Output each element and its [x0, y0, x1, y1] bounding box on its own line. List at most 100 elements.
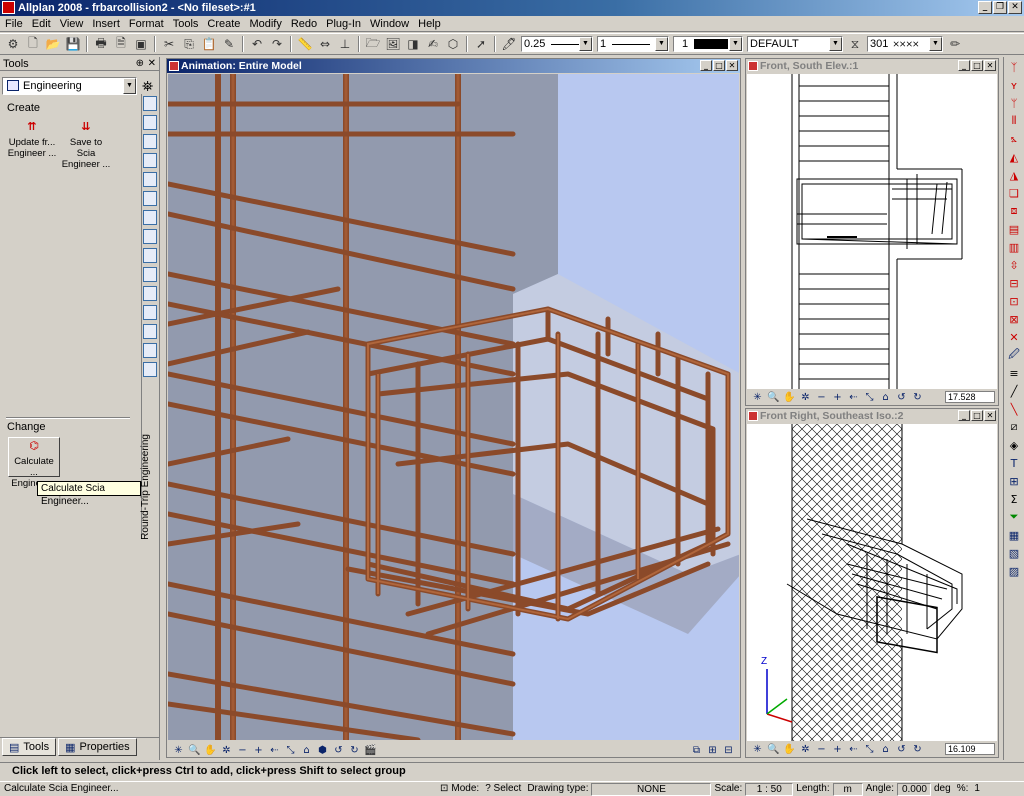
- chevron-down-icon[interactable]: ▼: [655, 37, 668, 51]
- stack-icon[interactable]: ⊟: [1006, 275, 1023, 291]
- pointer-icon[interactable]: ➚: [471, 35, 491, 53]
- menu-tools[interactable]: Tools: [170, 17, 205, 31]
- print-icon[interactable]: 🖶: [91, 35, 111, 53]
- module-icon-5[interactable]: [143, 172, 157, 187]
- scale-field[interactable]: 1 : 50: [745, 782, 794, 796]
- chevron-down-icon[interactable]: ▼: [123, 78, 136, 94]
- copy-icon[interactable]: ⎘: [179, 35, 199, 53]
- close-button[interactable]: ✕: [1008, 1, 1022, 14]
- menu-format[interactable]: Format: [126, 17, 170, 31]
- redo-view-icon[interactable]: ↻: [911, 392, 924, 403]
- module-icon-15[interactable]: [143, 362, 157, 377]
- open-file-icon[interactable]: 📂: [43, 35, 63, 53]
- window-fit-icon[interactable]: ⊟: [722, 745, 735, 756]
- redo-icon[interactable]: ↷: [267, 35, 287, 53]
- module-icon-3[interactable]: [143, 134, 157, 149]
- layer-combo[interactable]: DEFAULT ▼: [747, 36, 843, 52]
- angle-field[interactable]: 0.000: [897, 782, 931, 796]
- undo-view-icon[interactable]: ↺: [895, 392, 908, 403]
- isometric-canvas[interactable]: Z: [747, 424, 997, 741]
- report-icon[interactable]: ▧: [1006, 545, 1023, 561]
- line-weight-icon[interactable]: ≡: [1006, 365, 1023, 381]
- pattern-icon[interactable]: ⧄: [1006, 419, 1023, 435]
- cut-icon[interactable]: ✂: [159, 35, 179, 53]
- close-button[interactable]: ✕: [726, 60, 738, 71]
- menu-edit[interactable]: Edit: [29, 17, 57, 31]
- view-home-icon[interactable]: ⌂: [879, 744, 892, 755]
- layout-icon[interactable]: ▣: [131, 35, 151, 53]
- delete-icon[interactable]: ✕: [1006, 329, 1023, 345]
- calculate-scia-tool[interactable]: ⌬ Calculate ... Engineer...: [8, 437, 60, 489]
- dimension-icon[interactable]: ⇔: [315, 35, 335, 53]
- color-combo[interactable]: 1 ▼: [673, 36, 743, 52]
- minimize-button[interactable]: _: [958, 60, 970, 71]
- sum-icon[interactable]: Σ: [1006, 491, 1023, 507]
- round-trip-engineering-tab[interactable]: Round-Trip Engineering: [140, 434, 151, 540]
- menu-plug-in[interactable]: Plug-In: [323, 17, 367, 31]
- save-to-scia-tool[interactable]: ⇊ Save to Scia Engineer ...: [60, 121, 112, 170]
- zoom-in-icon[interactable]: +: [831, 744, 844, 755]
- pattern-combo[interactable]: 301 ⨯⨯⨯⨯ ▼: [867, 36, 943, 52]
- 3d-model-canvas[interactable]: [168, 74, 739, 740]
- undo-view-icon[interactable]: ↺: [895, 744, 908, 755]
- module-icon-1[interactable]: [143, 96, 157, 111]
- minimize-button[interactable]: _: [978, 1, 992, 14]
- drawing-type-field[interactable]: NONE: [591, 782, 712, 796]
- move-icon[interactable]: ⇳: [1006, 257, 1023, 273]
- rebar-set-icon[interactable]: ⫴: [1006, 113, 1023, 129]
- measure-icon[interactable]: 📏: [295, 35, 315, 53]
- view-home-icon[interactable]: ⌂: [879, 392, 892, 403]
- menu-window[interactable]: Window: [367, 17, 415, 31]
- copy-element-icon[interactable]: ❏: [1006, 185, 1023, 201]
- refresh-icon[interactable]: ✲: [220, 745, 233, 756]
- previous-view-icon[interactable]: ⇠: [847, 744, 860, 755]
- fill-icon[interactable]: ▤: [1006, 221, 1023, 237]
- module-icon-2[interactable]: [143, 115, 157, 130]
- format-painter-icon[interactable]: ✎: [219, 35, 239, 53]
- menu-insert[interactable]: Insert: [89, 17, 126, 31]
- menu-modify[interactable]: Modify: [246, 17, 287, 31]
- navigation-icon[interactable]: ⤡: [863, 744, 876, 755]
- pan-icon[interactable]: ✋: [204, 745, 217, 756]
- module-icon-12[interactable]: [143, 305, 157, 320]
- update-from-engineer-tool[interactable]: ⇈ Update fr... Engineer ...: [6, 121, 58, 159]
- 3d-cube-icon[interactable]: ⬡: [443, 35, 463, 53]
- menu-file[interactable]: File: [2, 17, 29, 31]
- pen-icon[interactable]: 🖊: [499, 35, 519, 53]
- length-unit-field[interactable]: m: [832, 782, 863, 796]
- minimize-button[interactable]: _: [700, 60, 712, 71]
- measure-area-icon[interactable]: ⊞: [1006, 473, 1023, 489]
- module-icon-10[interactable]: [143, 267, 157, 282]
- allplan-app-icon[interactable]: [2, 1, 15, 14]
- zoom-icon[interactable]: 🔍: [767, 392, 780, 403]
- menu-create[interactable]: Create: [204, 17, 246, 31]
- pan-icon[interactable]: ✋: [783, 392, 796, 403]
- reinforcement-icon[interactable]: ▦: [1006, 527, 1023, 543]
- refresh-icon[interactable]: ✲: [799, 392, 812, 403]
- frame-icon[interactable]: ⊡: [1006, 293, 1023, 309]
- module-icon-13[interactable]: [143, 324, 157, 339]
- front-view-scale-field[interactable]: 17.528: [945, 391, 995, 403]
- module-icon-14[interactable]: [143, 343, 157, 358]
- image-icon[interactable]: 🖼: [383, 35, 403, 53]
- zoom-out-icon[interactable]: −: [236, 745, 249, 756]
- front-elevation-canvas[interactable]: [747, 74, 997, 389]
- line-icon[interactable]: ╱: [1006, 383, 1023, 399]
- open-project-icon[interactable]: ⚙: [3, 35, 23, 53]
- maximize-button[interactable]: □: [713, 60, 725, 71]
- tab-properties[interactable]: ▦ Properties: [58, 738, 137, 756]
- camera-icon[interactable]: 🎬: [364, 745, 377, 756]
- rebar-shape-icon[interactable]: ᛉ: [1006, 59, 1023, 75]
- render-icon[interactable]: ◨: [403, 35, 423, 53]
- paste-icon[interactable]: 📋: [199, 35, 219, 53]
- menu-redo[interactable]: Redo: [288, 17, 323, 31]
- close-button[interactable]: ✕: [984, 60, 996, 71]
- object-icon[interactable]: ▨: [1006, 563, 1023, 579]
- binoculars-icon[interactable]: ⛯: [142, 78, 153, 95]
- navigation-icon[interactable]: ⤡: [284, 745, 297, 756]
- block-icon[interactable]: ▥: [1006, 239, 1023, 255]
- view-cube-icon[interactable]: ⬢: [316, 745, 329, 756]
- select-all-icon[interactable]: ✳: [751, 392, 764, 403]
- chevron-down-icon[interactable]: ▼: [729, 37, 742, 51]
- frame-alt-icon[interactable]: ⊠: [1006, 311, 1023, 327]
